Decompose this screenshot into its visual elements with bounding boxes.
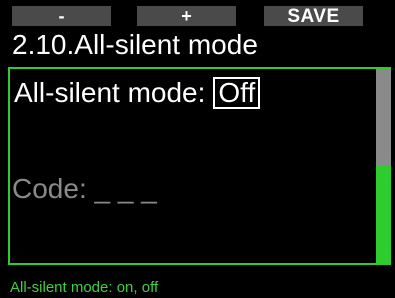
hint-text: All-silent mode: on, off (10, 279, 159, 296)
save-softkey[interactable]: SAVE (264, 6, 363, 26)
minus-softkey[interactable]: - (12, 6, 111, 26)
all-silent-setting-row[interactable]: All-silent mode: Off (14, 77, 261, 109)
all-silent-value[interactable]: Off (213, 77, 261, 109)
plus-softkey[interactable]: + (137, 6, 236, 26)
scrollbar-thumb[interactable] (376, 69, 391, 165)
scrollbar[interactable] (376, 69, 391, 263)
code-label: Code: (12, 173, 87, 204)
all-silent-label: All-silent mode: (14, 77, 206, 108)
page-title: 2.10.All-silent mode (12, 29, 258, 60)
code-row: Code: _ _ _ (12, 173, 157, 205)
code-value: _ _ _ (94, 173, 157, 204)
settings-panel: All-silent mode: Off Code: _ _ _ (8, 67, 391, 265)
